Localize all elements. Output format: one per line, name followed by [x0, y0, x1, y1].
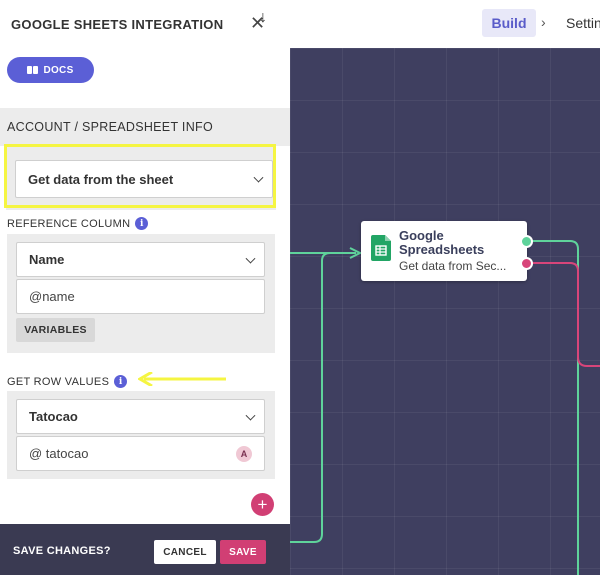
success-output-port[interactable]: [520, 235, 533, 248]
account-section-header[interactable]: ACCOUNT / SPREADSHEET INFO: [0, 108, 290, 146]
section-title: ACCOUNT / SPREADSHEET INFO: [7, 120, 213, 134]
row-values-label: GET ROW VALUES i: [7, 375, 128, 388]
sidebar-header: GOOGLE SHEETS INTEGRATION: [0, 0, 290, 48]
info-icon[interactable]: i: [135, 217, 149, 230]
highlight-box: [4, 144, 276, 208]
flow-canvas[interactable]: [290, 48, 600, 575]
breadcrumb-build[interactable]: Build: [482, 9, 536, 37]
reference-column-input-value: @name: [29, 289, 75, 304]
add-button[interactable]: +: [251, 493, 274, 516]
error-output-port[interactable]: [520, 257, 533, 270]
reference-column-select-value: Name: [29, 252, 65, 267]
docs-label: DOCS: [43, 64, 74, 76]
row-values-select[interactable]: Tatocao: [16, 399, 265, 434]
book-icon: [27, 66, 39, 74]
reference-column-input[interactable]: @name: [16, 279, 265, 314]
row-values-input-value: @ tatocao: [29, 446, 89, 461]
row-values-select-value: Tatocao: [29, 409, 78, 424]
reference-column-text: REFERENCE COLUMN: [7, 217, 131, 230]
chevron-down-icon: [245, 253, 256, 264]
row-values-text: GET ROW VALUES: [7, 375, 110, 388]
yellow-arrow-icon: [138, 372, 226, 386]
sidebar-title: GOOGLE SHEETS INTEGRATION: [11, 16, 224, 32]
chevron-down-icon: [245, 410, 256, 421]
node-subtitle: Get data from Sec...: [399, 259, 507, 273]
cancel-button[interactable]: CANCEL: [154, 540, 216, 564]
reference-column-select[interactable]: Name: [16, 242, 265, 277]
google-spreadsheets-node[interactable]: Google Spreadsheets Get data from Sec...: [361, 221, 527, 281]
docs-button[interactable]: DOCS: [7, 57, 94, 83]
arrow-down-icon[interactable]: ↓: [259, 9, 267, 27]
integration-sidebar: GOOGLE SHEETS INTEGRATION ✕ DOCS ACCOUNT…: [0, 0, 290, 575]
reference-column-label: REFERENCE COLUMN i: [7, 217, 149, 230]
save-changes-label: SAVE CHANGES?: [13, 545, 111, 557]
top-bar: [290, 0, 600, 48]
google-sheets-icon: [371, 235, 391, 261]
info-icon[interactable]: i: [114, 375, 128, 388]
variables-button[interactable]: VARIABLES: [16, 318, 95, 342]
row-values-input[interactable]: @ tatocao A: [16, 436, 265, 471]
avatar: A: [236, 445, 252, 462]
breadcrumb-settings[interactable]: Settin: [566, 15, 600, 31]
save-button[interactable]: SAVE: [220, 540, 266, 564]
node-title: Google Spreadsheets: [399, 228, 485, 257]
breadcrumb-separator: ›: [541, 14, 546, 30]
